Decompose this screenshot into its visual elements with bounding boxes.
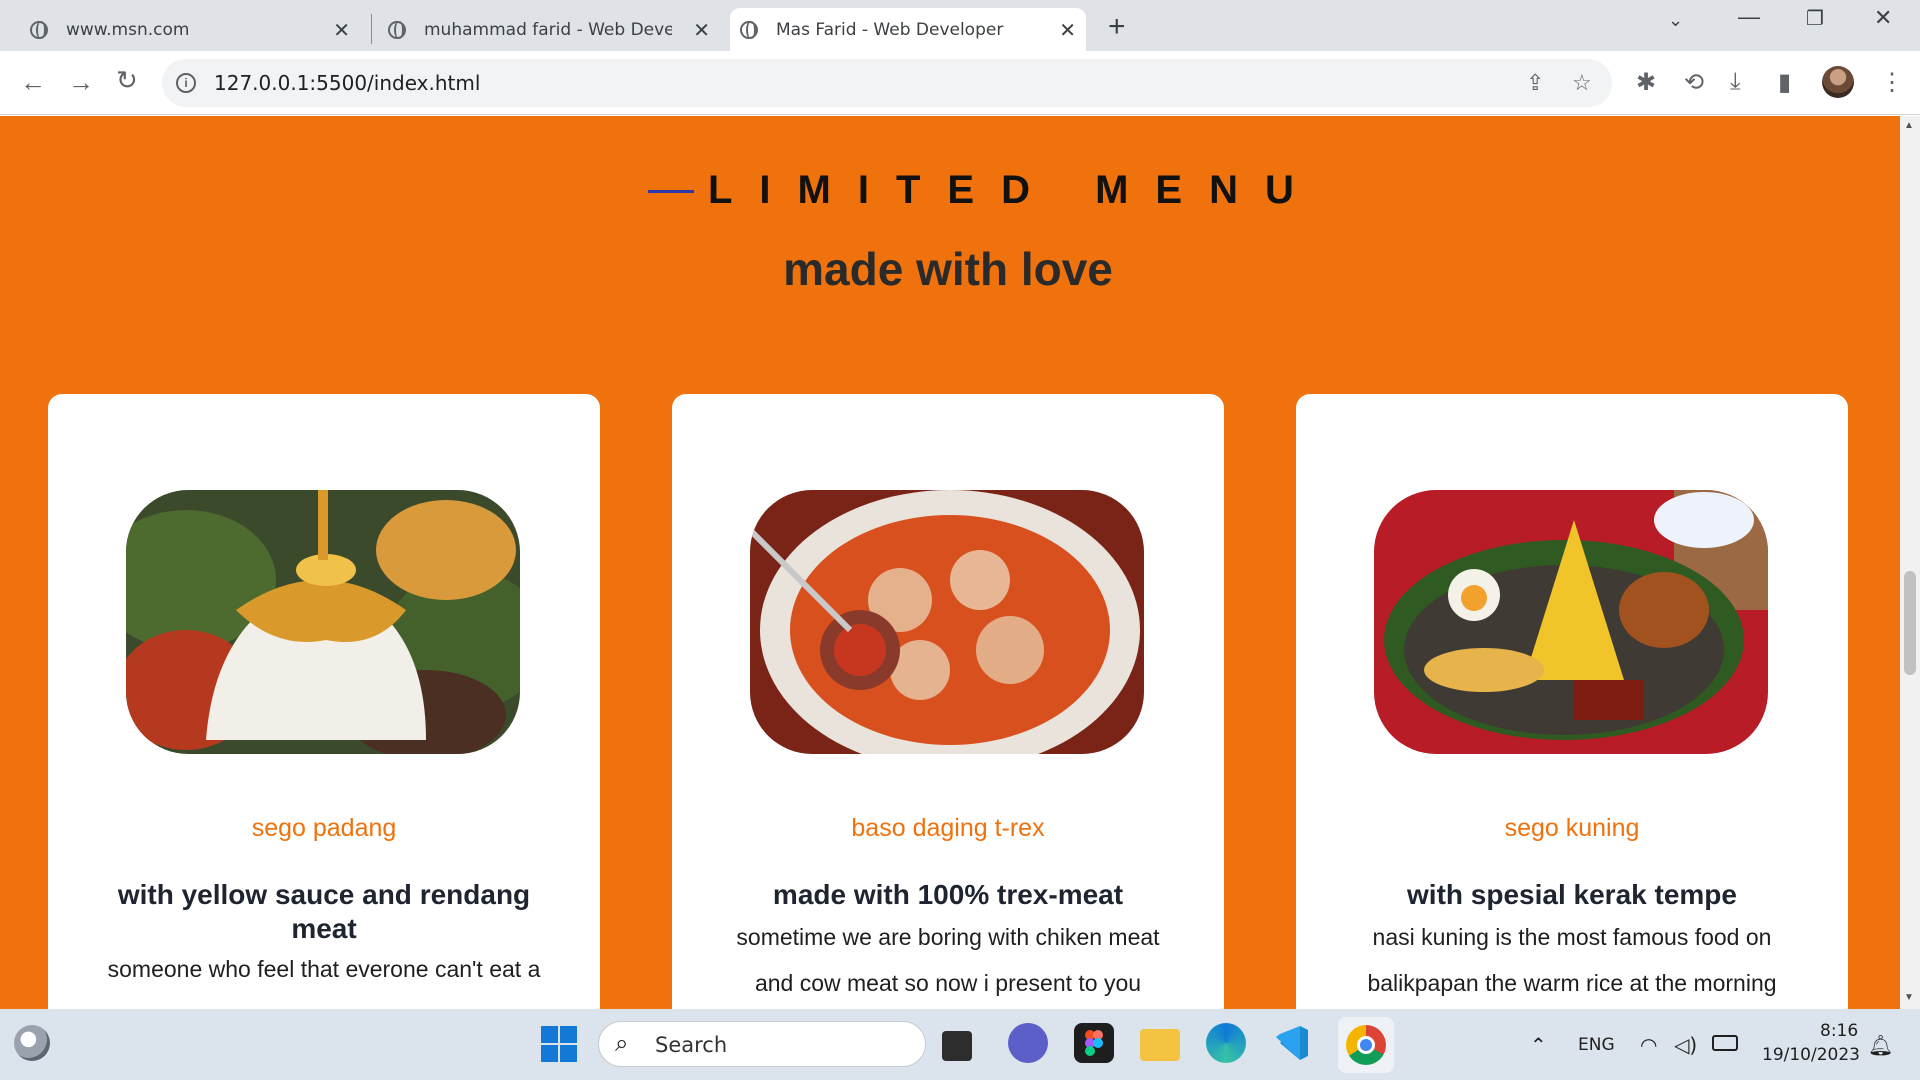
back-arrow-icon[interactable]: ←: [20, 67, 46, 98]
page-scrollbar[interactable]: ▲ ▼: [1900, 116, 1920, 1009]
clock-date[interactable]: 19/10/2023: [1762, 1045, 1860, 1065]
close-tab-icon[interactable]: ✕: [1059, 18, 1076, 42]
minimize-icon[interactable]: —: [1738, 4, 1760, 30]
task-view-icon[interactable]: [942, 1031, 972, 1061]
dish-tagline: made with 100% trex-meat: [772, 879, 1124, 910]
download-icon[interactable]: ⤓: [1730, 68, 1741, 96]
tab-title: muhammad farid - Web Develop: [424, 19, 672, 40]
side-panel-icon[interactable]: ▮: [1778, 68, 1791, 97]
menu-card-baso-daging: baso daging t-rex made with 100% trex-me…: [672, 394, 1224, 1009]
sego-kuning-image: [1374, 490, 1768, 754]
search-label: Search: [655, 1033, 728, 1057]
language-indicator[interactable]: ENG: [1578, 1035, 1615, 1055]
file-explorer-icon[interactable]: [1140, 1029, 1180, 1061]
tab-divider: [371, 14, 372, 44]
scroll-down-arrow-icon[interactable]: ▼: [1904, 992, 1914, 1003]
section-subheading: made with love: [783, 243, 1113, 295]
volume-icon[interactable]: ◁): [1674, 1033, 1697, 1057]
sego-padang-image: [126, 490, 520, 754]
share-icon[interactable]: ⇪: [1526, 70, 1544, 96]
tab-strip: www.msn.com ✕ muhammad farid - Web Devel…: [0, 0, 1920, 51]
battery-icon[interactable]: [1712, 1035, 1738, 1051]
taskbar-search-box[interactable]: ⌕ Search: [598, 1021, 926, 1067]
limited-menu-section: LIMITED MENU made with love sego padang …: [0, 116, 1900, 1009]
vscode-icon[interactable]: [1272, 1023, 1312, 1063]
dish-name: baso daging t-rex: [851, 814, 1045, 842]
search-icon: ⌕: [615, 1030, 629, 1057]
tab-msn[interactable]: www.msn.com ✕: [20, 8, 360, 51]
dish-name: sego kuning: [1504, 814, 1640, 842]
edge-icon[interactable]: [1206, 1023, 1246, 1063]
dish-description: sometime we are boring with chiken meat: [736, 924, 1160, 950]
dish-tagline: with spesial kerak tempe: [1407, 879, 1737, 910]
chrome-center-icon: [1357, 1036, 1375, 1054]
windows-taskbar: ⌕ Search ⌃ ENG ◠ ◁) 8:16 19/10/2023 🔔︎: [0, 1009, 1920, 1080]
figma-icon[interactable]: [1074, 1023, 1114, 1063]
dish-description: balikpapan the warm rice at the morning: [1367, 970, 1777, 996]
chrome-taskbar-button[interactable]: [1338, 1017, 1394, 1073]
scroll-up-arrow-icon[interactable]: ▲: [1904, 120, 1914, 131]
wifi-icon[interactable]: ◠: [1640, 1033, 1657, 1057]
show-hidden-icons-chevron-icon[interactable]: ⌃: [1530, 1033, 1547, 1057]
extensions-puzzle-icon[interactable]: ✱: [1636, 68, 1656, 97]
dish-description: nasi kuning is the most famous food on: [1372, 924, 1772, 950]
globe-icon: [388, 21, 406, 39]
browser-toolbar: ← → ↻ i 127.0.0.1:5500/index.html ⇪ ☆ ✱ …: [0, 51, 1920, 115]
menu-card-sego-padang: sego padang with yellow sauce and rendan…: [48, 394, 600, 1009]
dish-tagline: with yellow sauce and rendang meat: [117, 879, 531, 944]
notification-bell-icon[interactable]: 🔔︎: [1868, 1033, 1893, 1057]
menu-card-sego-kuning: sego kuning with spesial kerak tempe nas…: [1296, 394, 1848, 1009]
menu-kebab-icon[interactable]: ⋮: [1880, 68, 1904, 97]
clock-time[interactable]: 8:16: [1820, 1021, 1858, 1041]
weather-widget-icon[interactable]: [14, 1025, 50, 1061]
forward-arrow-icon[interactable]: →: [68, 67, 94, 98]
dish-description: someone who feel that everone can't eat …: [107, 956, 541, 982]
close-window-icon[interactable]: ✕: [1874, 5, 1892, 31]
profile-avatar[interactable]: [1822, 66, 1854, 98]
heading-accent-line: [648, 190, 694, 193]
tab-mas-farid[interactable]: Mas Farid - Web Developer ✕: [730, 8, 1086, 51]
tab-muhammad-farid[interactable]: muhammad farid - Web Develop ✕: [378, 8, 720, 51]
section-heading: LIMITED MENU: [708, 168, 1321, 212]
close-tab-icon[interactable]: ✕: [693, 18, 710, 42]
performance-icon[interactable]: ⟲: [1684, 68, 1704, 97]
baso-daging-image: [750, 490, 1144, 754]
address-bar[interactable]: i 127.0.0.1:5500/index.html ⇪ ☆: [162, 59, 1612, 107]
bookmark-star-icon[interactable]: ☆: [1572, 70, 1592, 96]
tab-search-chevron-icon[interactable]: ⌄: [1668, 10, 1683, 31]
globe-icon: [30, 21, 48, 39]
dish-name: sego padang: [251, 814, 397, 842]
reload-icon[interactable]: ↻: [116, 65, 138, 96]
tab-title: www.msn.com: [66, 19, 190, 40]
scroll-thumb[interactable]: [1904, 571, 1916, 675]
dish-description: and cow meat so now i present to you: [754, 970, 1142, 996]
tab-title: Mas Farid - Web Developer: [776, 19, 1004, 40]
site-info-icon[interactable]: i: [176, 73, 196, 93]
new-tab-button[interactable]: +: [1108, 10, 1126, 44]
close-tab-icon[interactable]: ✕: [333, 18, 350, 42]
globe-icon: [740, 21, 758, 39]
teams-chat-icon[interactable]: [1008, 1023, 1048, 1063]
restore-icon[interactable]: ❐: [1806, 6, 1824, 31]
start-windows-icon[interactable]: [540, 1025, 578, 1063]
url-text[interactable]: 127.0.0.1:5500/index.html: [214, 71, 480, 95]
